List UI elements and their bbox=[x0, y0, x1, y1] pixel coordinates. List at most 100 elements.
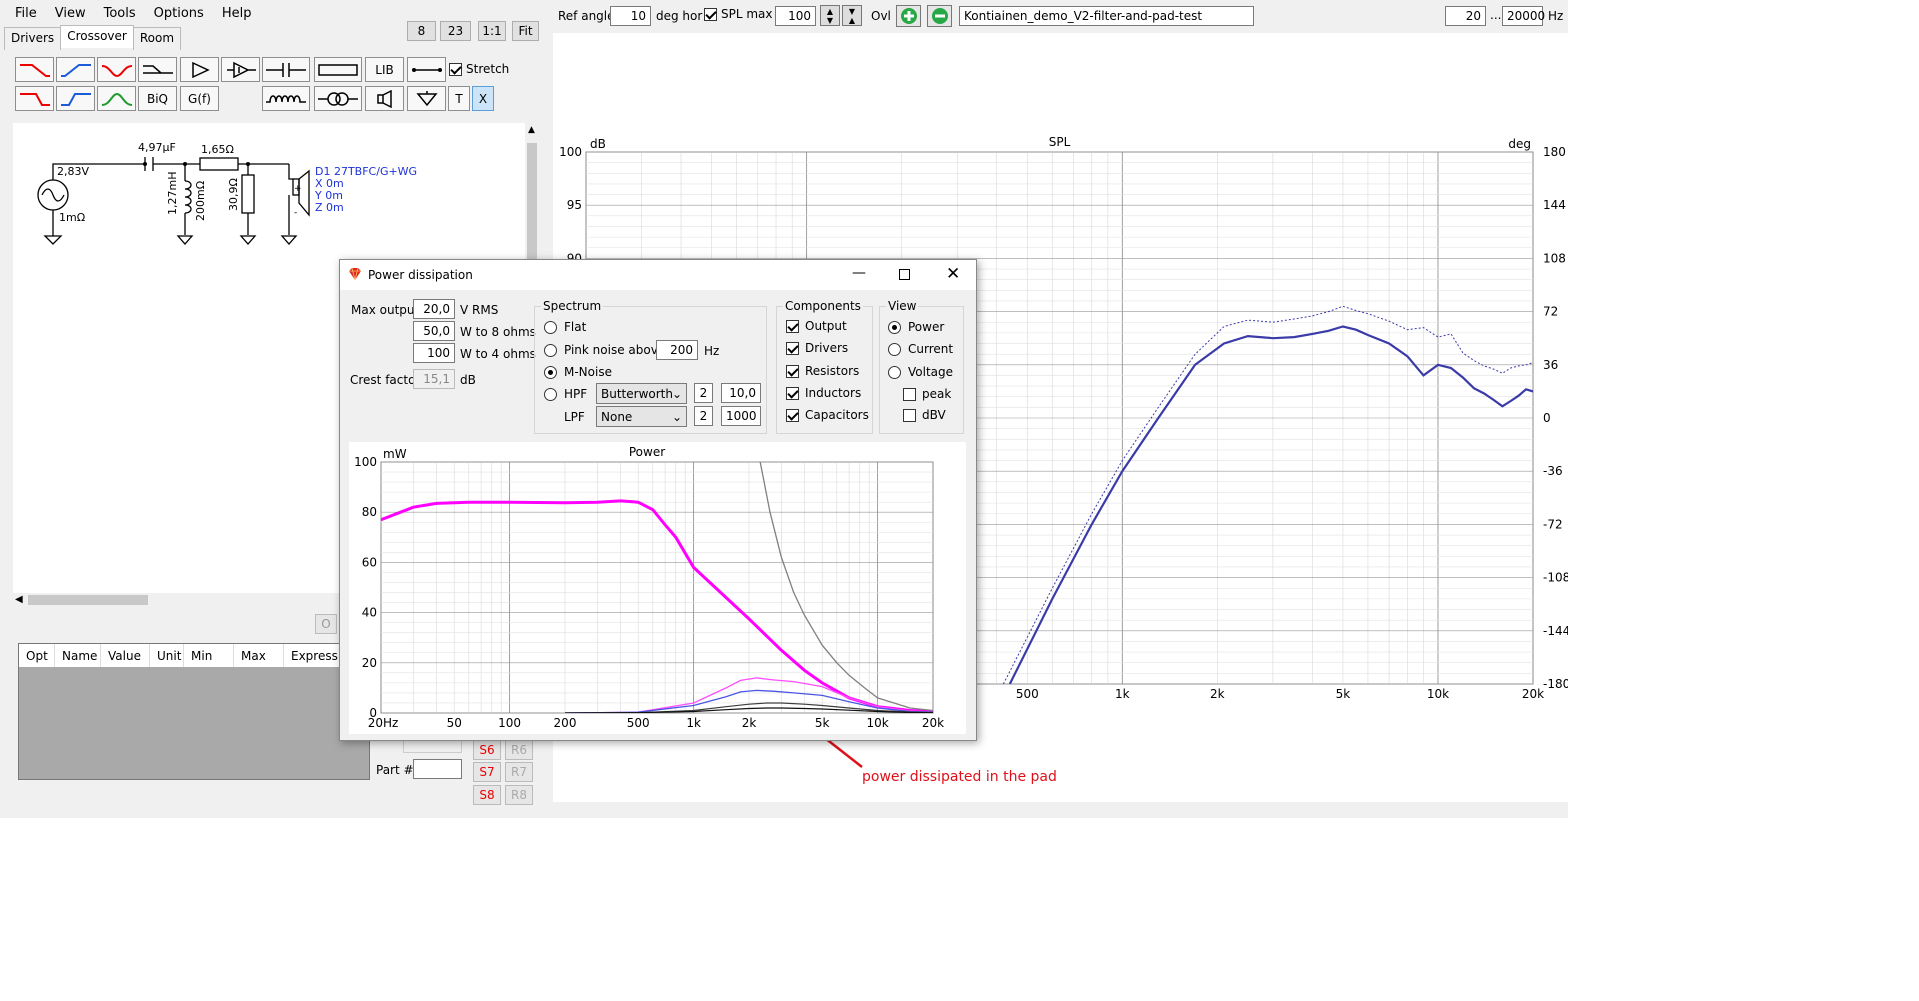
spectrum-pink-option[interactable]: Pink noise above bbox=[544, 343, 665, 357]
resistor-tool[interactable] bbox=[314, 57, 362, 82]
freq-max-input[interactable]: 20000 bbox=[1502, 6, 1545, 26]
pink-noise-freq-input[interactable]: 200 bbox=[656, 340, 698, 360]
menu-help[interactable]: Help bbox=[213, 4, 261, 23]
dbv-checkbox[interactable] bbox=[903, 408, 916, 422]
tab-crossover[interactable]: Crossover bbox=[60, 25, 134, 48]
peak-checkbox[interactable] bbox=[903, 387, 916, 401]
voltage-radio[interactable] bbox=[888, 365, 901, 379]
watts-4ohm-input[interactable]: 100 bbox=[413, 343, 455, 363]
scroll-up-arrow-icon[interactable]: ▲ bbox=[528, 125, 535, 135]
max-output-input[interactable]: 20,0 bbox=[413, 299, 455, 319]
hpf-type-select[interactable]: Butterworth ⌄ bbox=[596, 383, 687, 404]
tab-room[interactable]: Room bbox=[132, 27, 182, 50]
current-radio[interactable] bbox=[888, 342, 901, 356]
ground-tool[interactable] bbox=[407, 86, 446, 111]
power-chart[interactable]: Power mW 0 20 40 60 80 100 20Hz 50 100 200 500 1k 2k 5k… bbox=[349, 442, 966, 734]
hpf-order-input[interactable]: 2 bbox=[694, 383, 713, 403]
remove-overlay-button[interactable] bbox=[927, 5, 952, 27]
comp-drivers-option[interactable]: Drivers bbox=[786, 341, 848, 355]
tab-drivers[interactable]: Drivers bbox=[4, 27, 62, 50]
col-name[interactable]: Name bbox=[55, 644, 101, 667]
spin-up-icon[interactable]: ▲ bbox=[827, 7, 833, 16]
comp-output-option[interactable]: Output bbox=[786, 319, 847, 333]
spl-max-checkbox[interactable] bbox=[704, 7, 717, 21]
spin-down-icon[interactable]: ▼ bbox=[827, 16, 833, 25]
ref-angle-input[interactable]: 10 bbox=[610, 6, 651, 26]
spectrum-flat-option[interactable]: Flat bbox=[544, 320, 586, 334]
biquad-button[interactable]: BiQ bbox=[138, 86, 177, 111]
amplifier-tool[interactable] bbox=[180, 57, 219, 82]
menu-view[interactable]: View bbox=[46, 4, 95, 23]
hpf-freq-input[interactable]: 10,0 bbox=[721, 383, 761, 403]
zoom-fit-button[interactable]: Fit bbox=[512, 21, 539, 41]
maximize-icon[interactable] bbox=[899, 269, 910, 280]
horizontal-scroll-thumb[interactable] bbox=[28, 595, 148, 605]
shelf-tool[interactable] bbox=[138, 57, 177, 82]
scroll-left-arrow-icon[interactable]: ◀ bbox=[15, 594, 23, 605]
spl-max-toggle[interactable]: SPL max bbox=[704, 7, 773, 21]
delete-x-button[interactable]: X bbox=[472, 86, 494, 111]
spl-max-input[interactable]: 100 bbox=[775, 6, 816, 26]
stretch-toggle[interactable]: Stretch bbox=[449, 62, 509, 76]
bandpass-green-tool[interactable] bbox=[97, 86, 136, 111]
spl-range-button[interactable]: ▼ ▲ bbox=[842, 5, 862, 26]
hpf-radio[interactable] bbox=[544, 387, 557, 401]
drivers-checkbox[interactable] bbox=[786, 341, 799, 355]
minimize-icon[interactable]: — bbox=[852, 265, 866, 281]
zoom-8-button[interactable]: 8 bbox=[407, 21, 436, 41]
highpass2-blue-tool[interactable] bbox=[56, 86, 95, 111]
r8-button[interactable]: R8 bbox=[505, 785, 533, 805]
spl-max-spinner[interactable]: ▲ ▼ bbox=[820, 5, 840, 26]
resistors-checkbox[interactable] bbox=[786, 364, 799, 378]
highpass-blue-tool[interactable] bbox=[56, 57, 95, 82]
text-tool-button[interactable]: T bbox=[448, 86, 470, 111]
inductor-tool[interactable] bbox=[262, 86, 310, 111]
col-min[interactable]: Min bbox=[184, 644, 234, 667]
r7-button[interactable]: R7 bbox=[505, 762, 533, 782]
close-icon[interactable]: ✕ bbox=[946, 264, 960, 284]
watts-8ohm-input[interactable]: 50,0 bbox=[413, 321, 455, 341]
stretch-checkbox[interactable] bbox=[449, 62, 462, 76]
transfer-function-button[interactable]: G(f) bbox=[180, 86, 219, 111]
lowpass-red-tool[interactable] bbox=[15, 57, 54, 82]
spectrum-mnoise-option[interactable]: M-Noise bbox=[544, 365, 612, 379]
buffer-tool[interactable] bbox=[221, 57, 260, 82]
wire-tool[interactable] bbox=[407, 57, 446, 82]
bandstop-red-tool[interactable] bbox=[97, 57, 136, 82]
comp-capacitors-option[interactable]: Capacitors bbox=[786, 408, 869, 422]
power-radio[interactable] bbox=[888, 320, 901, 334]
view-power-option[interactable]: Power bbox=[888, 320, 944, 334]
part-number-input[interactable] bbox=[413, 759, 462, 779]
pink-noise-radio[interactable] bbox=[544, 343, 557, 357]
project-name-input[interactable]: Kontiainen_demo_V2-filter-and-pad-test bbox=[959, 6, 1254, 26]
col-unit[interactable]: Unit bbox=[150, 644, 184, 667]
power-dissipation-dialog[interactable]: Power dissipation — ✕ Max output 20,0 V … bbox=[339, 259, 977, 741]
capacitors-checkbox[interactable] bbox=[786, 408, 799, 422]
zoom-23-button[interactable]: 23 bbox=[440, 21, 471, 41]
s8-button[interactable]: S8 bbox=[473, 785, 501, 805]
spectrum-hpf-option[interactable]: HPF bbox=[544, 387, 587, 401]
view-voltage-option[interactable]: Voltage bbox=[888, 365, 953, 379]
parameter-table[interactable]: Opt Name Value Unit Min Max Expression bbox=[18, 643, 370, 780]
lpf-order-input[interactable]: 2 bbox=[694, 406, 713, 426]
lowpass2-red-tool[interactable] bbox=[15, 86, 54, 111]
zoom-1to1-button[interactable]: 1:1 bbox=[478, 21, 506, 41]
menu-options[interactable]: Options bbox=[145, 4, 213, 23]
library-button[interactable]: LIB bbox=[365, 57, 404, 82]
view-current-option[interactable]: Current bbox=[888, 342, 953, 356]
r6-button[interactable]: R6 bbox=[505, 740, 533, 760]
s6-button[interactable]: S6 bbox=[473, 740, 501, 760]
flat-radio[interactable] bbox=[544, 320, 557, 334]
optimize-o-button[interactable]: O bbox=[315, 614, 337, 634]
view-dbv-option[interactable]: dBV bbox=[903, 408, 946, 422]
driver-tool[interactable] bbox=[365, 86, 404, 111]
capacitor-tool[interactable] bbox=[262, 57, 310, 82]
comp-inductors-option[interactable]: Inductors bbox=[786, 386, 861, 400]
col-value[interactable]: Value bbox=[101, 644, 150, 667]
lpf-freq-input[interactable]: 1000 bbox=[721, 406, 761, 426]
mnoise-radio[interactable] bbox=[544, 365, 557, 379]
inductors-checkbox[interactable] bbox=[786, 386, 799, 400]
dialog-title-bar[interactable]: Power dissipation — ✕ bbox=[340, 260, 976, 290]
freq-min-input[interactable]: 20 bbox=[1445, 6, 1486, 26]
comp-resistors-option[interactable]: Resistors bbox=[786, 364, 859, 378]
